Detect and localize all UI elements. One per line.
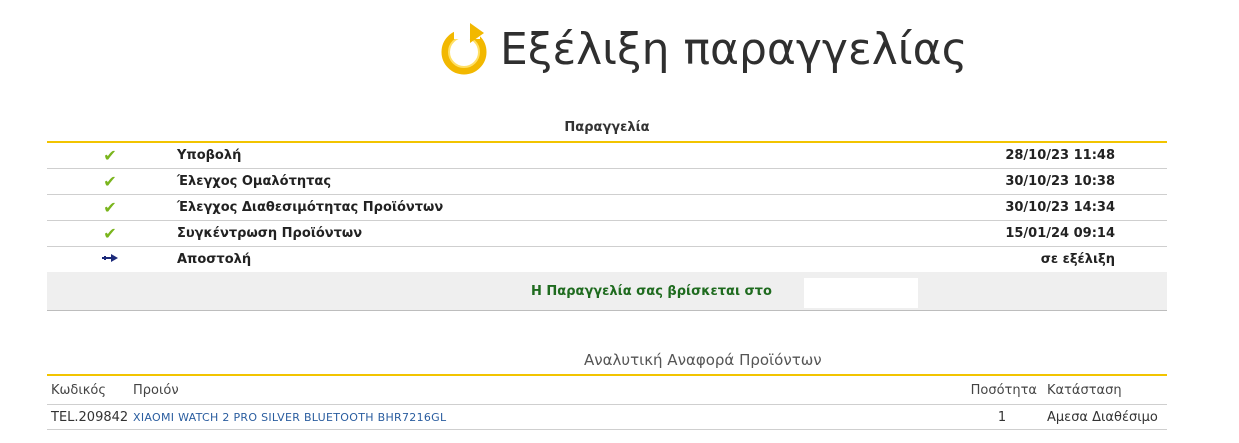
status-step-label: Αποστολή [177,246,895,273]
product-quantity: 1 [967,404,1037,430]
refresh-icon [441,23,487,75]
status-row-submission: ✔ Υποβολή 28/10/23 11:48 [47,142,1167,169]
column-header-code: Κωδικός [47,375,133,405]
order-status-table: ✔ Υποβολή 28/10/23 11:48 ✔ Έλεγχος Ομαλό… [47,141,1167,273]
status-step-label: Συγκέντρωση Προϊόντων [177,220,895,247]
status-step-date: σε εξέλιξη [895,246,1167,273]
status-step-date: 30/10/23 14:34 [895,194,1167,221]
page-header: Εξέλιξη παραγγελίας [440,14,968,84]
check-icon: ✔ [103,172,117,191]
order-location-text: Η Παραγγελία σας βρίσκεται στο [531,284,772,299]
report-title: Αναλυτική Αναφορά Προϊόντων [584,351,822,369]
status-row-collection: ✔ Συγκέντρωση Προϊόντων 15/01/24 09:14 [47,220,1167,247]
arrow-right-icon [102,254,118,262]
product-code: TEL.209842 [47,404,133,430]
check-icon: ✔ [103,224,117,243]
column-header-quantity: Ποσότητα [967,375,1037,405]
product-link[interactable]: XIAOMI WATCH 2 PRO SILVER BLUETOOTH BHR7… [133,411,446,424]
status-step-date: 15/01/24 09:14 [895,220,1167,247]
status-step-label: Έλεγχος Διαθεσιμότητας Προϊόντων [177,194,895,221]
status-step-label: Έλεγχος Ομαλότητας [177,168,895,195]
table-row: TEL.209842 XIAOMI WATCH 2 PRO SILVER BLU… [47,404,1167,430]
products-header-row: Κωδικός Προιόν Ποσότητα Κατάσταση [47,375,1167,405]
status-step-date: 28/10/23 11:48 [895,142,1167,169]
status-step-label: Υποβολή [177,142,895,169]
check-icon: ✔ [103,198,117,217]
status-row-availability-check: ✔ Έλεγχος Διαθεσιμότητας Προϊόντων 30/10… [47,194,1167,221]
page-title: Εξέλιξη παραγγελίας [500,23,968,75]
status-step-date: 30/10/23 10:38 [895,168,1167,195]
order-location-value [804,278,918,308]
order-location-banner: Η Παραγγελία σας βρίσκεται στο [47,272,1167,311]
products-table: Κωδικός Προιόν Ποσότητα Κατάσταση TEL.20… [47,374,1167,430]
check-icon: ✔ [103,146,117,165]
column-header-status: Κατάσταση [1037,375,1167,405]
status-row-shipping: Αποστολή σε εξέλιξη [47,246,1167,273]
status-row-consistency-check: ✔ Έλεγχος Ομαλότητας 30/10/23 10:38 [47,168,1167,195]
product-status: Αμεσα Διαθέσιμο [1037,404,1167,430]
column-header-product: Προιόν [133,375,967,405]
order-section-title: Παραγγελία [564,120,650,135]
